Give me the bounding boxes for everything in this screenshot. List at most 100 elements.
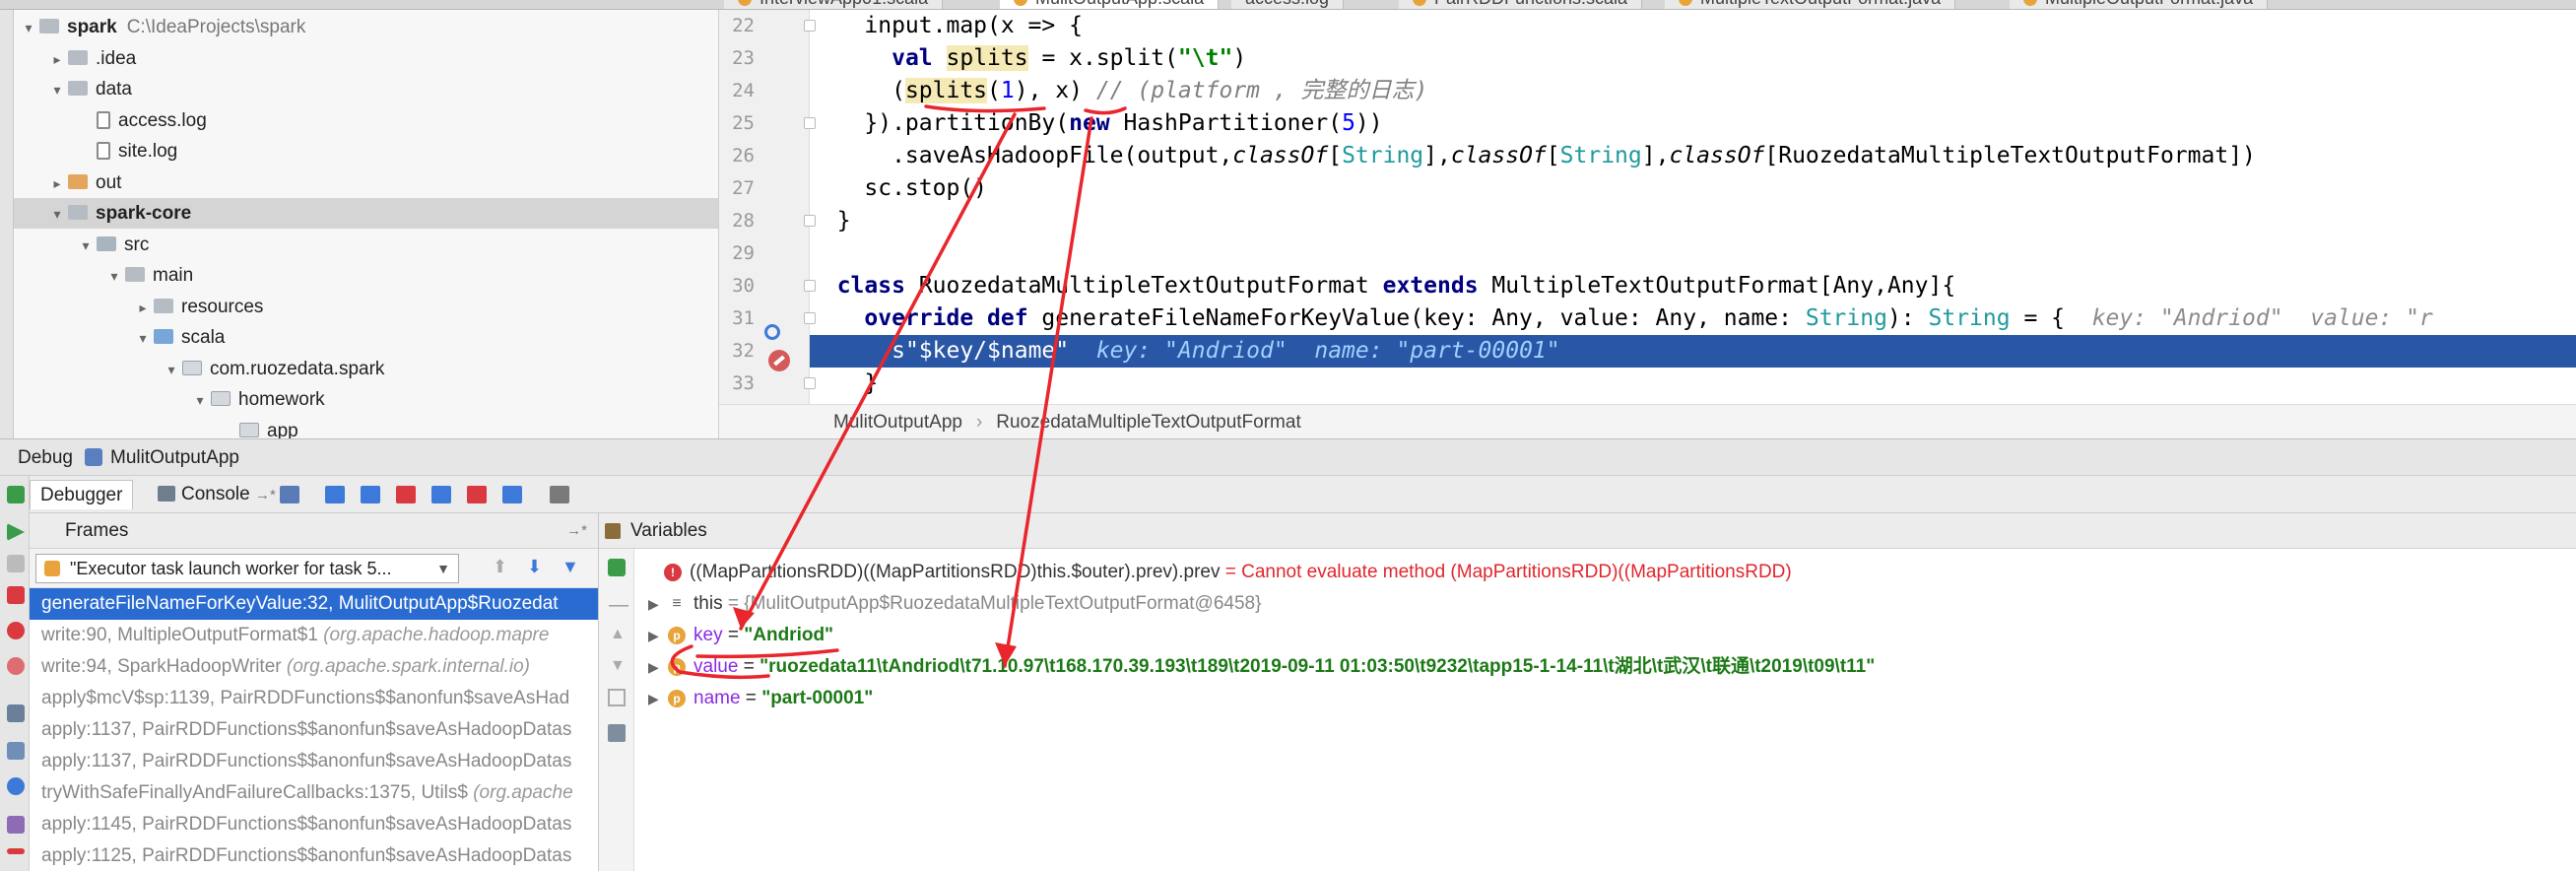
tab-multipletextoutputformat[interactable]: MultipleTextOutputFormat.java <box>1665 0 1956 9</box>
variable-row-error[interactable]: ! ((MapPartitionsRDD)((MapPartitionsRDD)t… <box>664 557 1792 588</box>
fold-marker-icon[interactable] <box>804 280 816 292</box>
tab-interviewapp01[interactable]: InterviewApp01.scala <box>724 0 944 9</box>
fold-marker-icon[interactable] <box>804 117 816 129</box>
chevron-right-icon[interactable]: ▶ <box>648 651 668 683</box>
stack-frame-row[interactable]: write:90, MultipleOutputFormat$1 (org.ap… <box>30 620 598 651</box>
chevron-down-icon[interactable]: ▾ <box>103 261 125 292</box>
view-breakpoints-icon[interactable] <box>7 622 25 639</box>
layout-icon[interactable] <box>7 742 25 760</box>
chevron-down-icon[interactable]: ▾ <box>161 355 182 385</box>
camera-icon[interactable] <box>7 704 25 722</box>
stack-frame-row[interactable]: apply:1145, PairRDDFunctions$$anonfun$sa… <box>30 809 598 840</box>
breadcrumb-item[interactable]: RuozedataMultipleTextOutputFormat <box>996 412 1300 433</box>
stack-frame-row[interactable]: apply:1125, PairRDDFunctions$$anonfun$sa… <box>30 840 598 871</box>
stack-frame-row[interactable]: tryWithSafeFinallyAndFailureCallbacks:13… <box>30 777 598 809</box>
code-line-27[interactable]: sc.stop() <box>810 172 987 205</box>
tree-item[interactable]: ▾ data <box>14 74 718 105</box>
tab-pairrddfunctions[interactable]: PairRDDFunctions.scala <box>1399 0 1643 9</box>
code-line-33[interactable]: } <box>810 368 878 400</box>
tree-item[interactable]: app <box>14 416 718 438</box>
chevron-down-icon[interactable]: ▾ <box>46 75 68 105</box>
arrow-down-icon[interactable]: ▼ <box>610 657 626 675</box>
tab-mulitoutputapp[interactable]: MulitOutputApp.scala <box>1000 0 1220 9</box>
pin-icon[interactable] <box>7 816 25 834</box>
step-out-icon[interactable] <box>431 486 451 503</box>
chevron-down-icon[interactable]: ▾ <box>132 323 154 354</box>
stop-icon[interactable] <box>7 586 25 604</box>
show-execution-point-icon[interactable] <box>280 486 299 503</box>
code-line-25[interactable]: }).partitionBy(new HashPartitioner(5)) <box>810 107 1382 140</box>
chevron-right-icon[interactable]: ▸ <box>46 44 68 75</box>
force-step-into-icon[interactable] <box>396 486 416 503</box>
code-editor[interactable]: input.map(x => { val splits = x.split("\… <box>719 10 2576 404</box>
stack-frame-row[interactable]: apply$mcV$sp:1139, PairRDDFunctions$$ano… <box>30 683 598 714</box>
drop-frame-icon[interactable] <box>467 486 487 503</box>
chevron-right-icon[interactable]: ▶ <box>648 683 668 714</box>
chevron-down-icon[interactable]: ▾ <box>46 199 68 230</box>
fold-marker-icon[interactable] <box>804 20 816 32</box>
tree-item[interactable]: ▸ .idea <box>14 43 718 75</box>
tab-access-log[interactable]: access.log <box>1231 0 1345 9</box>
debug-session-name[interactable]: MulitOutputApp <box>110 447 239 468</box>
mute-breakpoints-icon[interactable] <box>7 657 25 675</box>
arrow-down-icon[interactable]: ⬇ <box>527 557 542 577</box>
tree-item[interactable]: ▾ spark C:\IdeaProjects\spark <box>14 12 718 43</box>
tree-item[interactable]: ▾ src <box>14 230 718 261</box>
pause-icon[interactable] <box>7 555 25 572</box>
watches-icon[interactable] <box>608 724 626 742</box>
variable-row-this[interactable]: ▶ ≡ this = {MulitOutputApp$RuozedataMultip… <box>648 588 1261 620</box>
arrow-up-icon[interactable]: ▲ <box>610 626 626 643</box>
stack-frame-row[interactable]: write:94, SparkHadoopWriter (org.apache.… <box>30 651 598 683</box>
settings-gear-icon[interactable] <box>7 777 25 795</box>
chevron-right-icon[interactable]: ▶ <box>648 588 668 620</box>
remove-watch-icon[interactable]: — <box>609 594 628 617</box>
resume-icon[interactable] <box>7 523 25 541</box>
tab-multipleoutputformat[interactable]: MultipleOutputFormat.java <box>2010 0 2269 9</box>
code-line-28[interactable]: } <box>810 205 851 237</box>
step-over-icon[interactable] <box>325 486 345 503</box>
chevron-down-icon[interactable]: ▾ <box>18 13 39 43</box>
fold-marker-icon[interactable] <box>804 377 816 389</box>
code-line-29[interactable] <box>810 237 824 270</box>
run-to-cursor-icon[interactable] <box>502 486 522 503</box>
chevron-right-icon[interactable]: ▸ <box>132 293 154 323</box>
step-into-icon[interactable] <box>361 486 380 503</box>
arrow-up-icon[interactable]: ⬆ <box>493 557 507 577</box>
add-watch-icon[interactable] <box>608 559 626 576</box>
stack-frame-row[interactable]: apply:1137, PairRDDFunctions$$anonfun$sa… <box>30 714 598 746</box>
tree-item[interactable]: ▾ com.ruozedata.spark <box>14 354 718 385</box>
tree-item[interactable]: ▾ main <box>14 260 718 292</box>
override-marker-icon[interactable] <box>764 324 780 340</box>
tree-item[interactable]: ▸ out <box>14 168 718 199</box>
tree-item[interactable]: ▾ scala <box>14 322 718 354</box>
variable-row-key[interactable]: ▶ p key = "Andriod" <box>648 620 833 651</box>
evaluate-expression-icon[interactable] <box>550 486 569 503</box>
code-line-24[interactable]: (splits(1), x) // (platform , 完整的日志) <box>810 75 1427 107</box>
fold-marker-icon[interactable] <box>804 215 816 227</box>
copy-icon[interactable] <box>608 689 626 706</box>
breakpoint-icon[interactable] <box>768 350 790 371</box>
code-line-31[interactable]: override def generateFileNameForKeyValue… <box>810 302 2432 335</box>
tree-item[interactable]: ▸ resources <box>14 292 718 323</box>
fold-marker-icon[interactable] <box>804 312 816 324</box>
variable-row-name[interactable]: ▶ p name = "part-00001" <box>648 683 873 714</box>
code-line-26[interactable]: .saveAsHadoopFile(output,classOf[String]… <box>810 140 2256 172</box>
filter-icon[interactable]: ▼ <box>561 557 579 577</box>
tab-debugger[interactable]: Debugger <box>30 480 134 509</box>
thread-select[interactable]: "Executor task launch worker for task 5.… <box>35 554 459 583</box>
code-line-30[interactable]: class RuozedataMultipleTextOutputFormat … <box>810 270 1956 302</box>
variable-row-value[interactable]: ▶ p value = "ruozedata11\tAndriod\t71.10.9… <box>648 651 1875 683</box>
tree-item[interactable]: access.log <box>14 105 718 136</box>
code-line-23[interactable]: val splits = x.split("\t") <box>810 42 1246 75</box>
pin-arrow-icon[interactable]: →* <box>566 513 587 549</box>
chevron-right-icon[interactable]: ▸ <box>46 168 68 199</box>
stack-frame-row[interactable]: generateFileNameForKeyValue:32, MulitOut… <box>30 588 598 620</box>
tree-item[interactable]: ▾ homework <box>14 384 718 416</box>
tree-item[interactable]: ▾ spark-core <box>14 198 718 230</box>
code-line-32-current[interactable]: s"$key/$name" key: "Andriod" name: "part… <box>810 335 2576 368</box>
stack-frame-row[interactable]: apply:1137, PairRDDFunctions$$anonfun$sa… <box>30 746 598 777</box>
close-icon[interactable] <box>7 848 25 854</box>
chevron-down-icon[interactable]: ▾ <box>75 231 97 261</box>
chevron-down-icon[interactable]: ▾ <box>189 385 211 416</box>
breadcrumb-item[interactable]: MulitOutputApp <box>833 412 962 433</box>
